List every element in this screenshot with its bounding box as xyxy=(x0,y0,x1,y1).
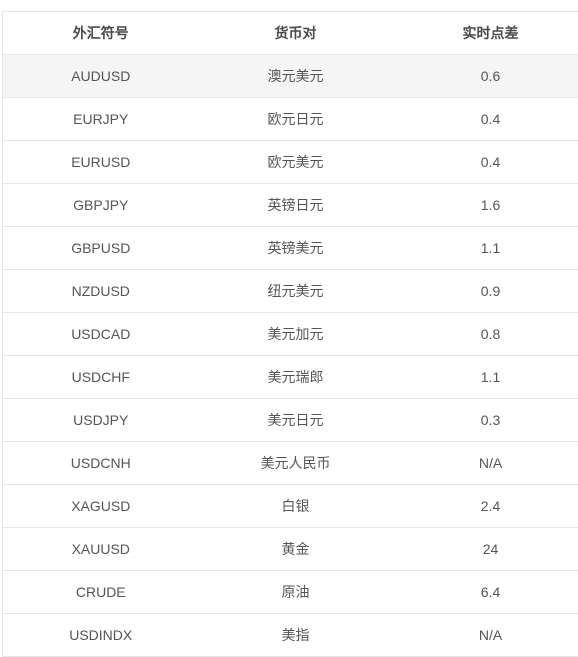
cell-currency-pair: 黄金 xyxy=(198,527,393,571)
cell-currency-pair: 原油 xyxy=(198,570,393,614)
cell-spread: 1.6 xyxy=(392,183,578,227)
cell-spread: 1.1 xyxy=(392,226,578,270)
cell-symbol: USDJPY xyxy=(2,398,199,442)
table-header-row: 外汇符号 货币对 实时点差 xyxy=(2,11,578,55)
table-row: USDJPY 美元日元 0.3 xyxy=(2,398,578,442)
cell-currency-pair: 英镑日元 xyxy=(198,183,393,227)
cell-spread: 0.9 xyxy=(392,269,578,313)
cell-currency-pair: 澳元美元 xyxy=(198,54,393,98)
cell-spread: 0.3 xyxy=(392,398,578,442)
table-row: XAUUSD 黄金 24 xyxy=(2,527,578,571)
cell-symbol: AUDUSD xyxy=(2,54,199,98)
table-row: XAGUSD 白银 2.4 xyxy=(2,484,578,528)
cell-spread: 6.4 xyxy=(392,570,578,614)
cell-symbol: USDCHF xyxy=(2,355,199,399)
cell-spread: 24 xyxy=(392,527,578,571)
cell-currency-pair: 美元人民币 xyxy=(198,441,393,485)
cell-symbol: USDINDX xyxy=(2,613,199,657)
cell-symbol: CRUDE xyxy=(2,570,199,614)
table-row: USDCAD 美元加元 0.8 xyxy=(2,312,578,356)
spread-table-container: 外汇符号 货币对 实时点差 AUDUSD 澳元美元 0.6 EURJPY 欧元日… xyxy=(2,11,578,657)
table-row: NZDUSD 纽元美元 0.9 xyxy=(2,269,578,313)
table-row: GBPJPY 英镑日元 1.6 xyxy=(2,183,578,227)
cell-spread: 0.6 xyxy=(392,54,578,98)
cell-currency-pair: 美元日元 xyxy=(198,398,393,442)
cell-currency-pair: 欧元美元 xyxy=(198,140,393,184)
cell-spread: 1.1 xyxy=(392,355,578,399)
table-row: AUDUSD 澳元美元 0.6 xyxy=(2,54,578,98)
table-row: CRUDE 原油 6.4 xyxy=(2,570,578,614)
cell-currency-pair: 纽元美元 xyxy=(198,269,393,313)
cell-symbol: EURUSD xyxy=(2,140,199,184)
table-row: USDCNH 美元人民币 N/A xyxy=(2,441,578,485)
cell-symbol: GBPUSD xyxy=(2,226,199,270)
table-row: EURUSD 欧元美元 0.4 xyxy=(2,140,578,184)
cell-currency-pair: 美元加元 xyxy=(198,312,393,356)
cell-currency-pair: 白银 xyxy=(198,484,393,528)
cell-symbol: XAUUSD xyxy=(2,527,199,571)
cell-spread: 0.4 xyxy=(392,140,578,184)
cell-symbol: USDCNH xyxy=(2,441,199,485)
header-currency-pair: 货币对 xyxy=(198,11,393,55)
cell-spread: 0.4 xyxy=(392,97,578,141)
cell-currency-pair: 欧元日元 xyxy=(198,97,393,141)
cell-symbol: NZDUSD xyxy=(2,269,199,313)
forex-spread-table: 外汇符号 货币对 实时点差 AUDUSD 澳元美元 0.6 EURJPY 欧元日… xyxy=(2,11,578,657)
cell-currency-pair: 美元瑞郎 xyxy=(198,355,393,399)
header-symbol: 外汇符号 xyxy=(2,11,199,55)
table-row: USDINDX 美指 N/A xyxy=(2,613,578,657)
cell-symbol: EURJPY xyxy=(2,97,199,141)
cell-spread: N/A xyxy=(392,441,578,485)
cell-currency-pair: 英镑美元 xyxy=(198,226,393,270)
cell-symbol: USDCAD xyxy=(2,312,199,356)
cell-spread: 0.8 xyxy=(392,312,578,356)
header-live-spread: 实时点差 xyxy=(392,11,578,55)
table-row: EURJPY 欧元日元 0.4 xyxy=(2,97,578,141)
table-row: GBPUSD 英镑美元 1.1 xyxy=(2,226,578,270)
cell-symbol: GBPJPY xyxy=(2,183,199,227)
cell-spread: N/A xyxy=(392,613,578,657)
cell-currency-pair: 美指 xyxy=(198,613,393,657)
cell-symbol: XAGUSD xyxy=(2,484,199,528)
cell-spread: 2.4 xyxy=(392,484,578,528)
table-row: USDCHF 美元瑞郎 1.1 xyxy=(2,355,578,399)
